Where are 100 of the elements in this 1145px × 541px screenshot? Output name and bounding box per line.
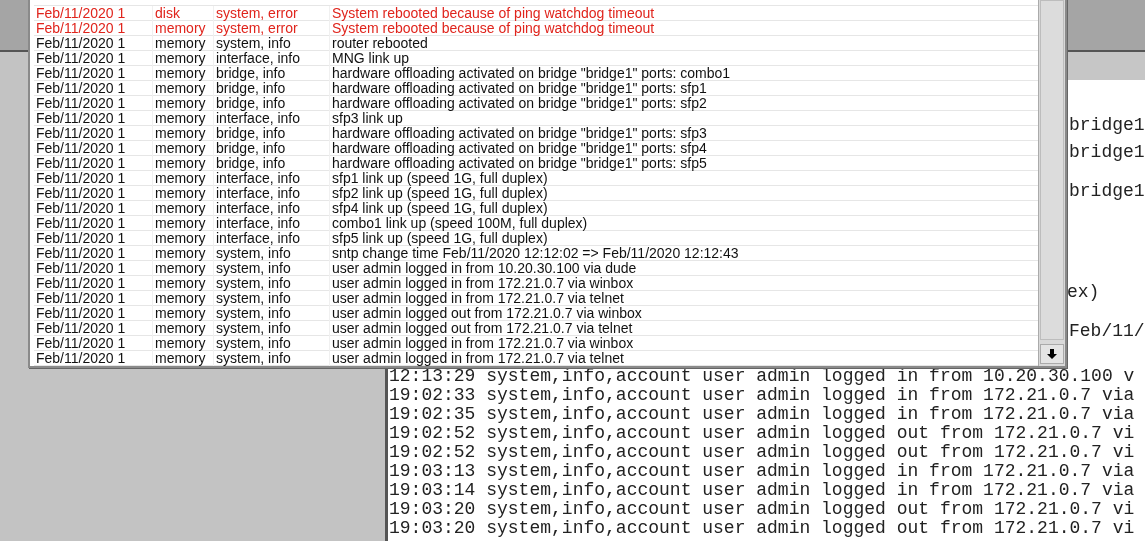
log-buffer-cell: memory [153,351,214,366]
log-message-cell-text: user admin logged in from 172.21.0.7 via telnet [331,291,625,306]
log-time-cell: Feb/11/2020 1 [34,21,153,36]
log-time-cell: Feb/11/2020 1 [34,246,153,261]
log-time-cell: Feb/11/2020 1 [34,291,153,306]
terminal-line: 19:03:20 system,info,account user admin logged out from 172.21.0.7 vi [389,500,1136,519]
log-topics-cell: system, info [214,246,330,261]
log-buffer-cell: memory [153,51,214,66]
log-topics-cell: interface, info [214,201,330,216]
log-message-cell-text: sfp1 link up (speed 1G, full duplex) [331,171,548,186]
log-time-cell: Feb/11/2020 1 [34,321,153,336]
log-message-cell-text: hardware offloading activated on bridge "bridge1" ports: sfp5 [331,156,708,171]
log-topics-cell: interface, info [214,111,330,126]
log-topics-cell: system, info [214,321,330,336]
log-time-cell: Feb/11/2020 1 [34,336,153,351]
log-time-cell: Feb/11/2020 1 [34,141,153,156]
log-buffer-cell: memory [153,36,214,51]
log-buffer-cell: memory [153,21,214,36]
log-buffer-cell: memory [153,201,214,216]
down-arrow-icon [1047,349,1057,359]
log-time-cell: Feb/11/2020 1 [34,231,153,246]
log-topics-cell: bridge, info [214,126,330,141]
log-topics-cell: system, info [214,351,330,366]
log-time-cell: Feb/11/2020 1 [34,351,153,366]
log-message-cell-text: user admin logged out from 172.21.0.7 via winbox [331,306,643,321]
log-message-cell-text: sntp change time Feb/11/2020 12:12:02 => Feb/11/2020 12:12:43 [331,246,740,261]
log-buffer-cell: memory [153,156,214,171]
log-topics-cell: system, info [214,261,330,276]
terminal-line: 19:03:20 system,info,account user admin logged out from 172.21.0.7 vi [389,519,1136,538]
log-buffer-cell: memory [153,306,214,321]
log-message-cell-text: combo1 link up (speed 100M, full duplex) [331,216,589,231]
log-message-cell-text: user admin logged in from 10.20.30.100 via dude [331,261,638,276]
log-time-cell: Feb/11/2020 1 [34,96,153,111]
scrollbar[interactable] [1038,0,1065,366]
log-buffer-cell: memory [153,186,214,201]
log-message-cell-text: System rebooted because of ping watchdog timeout [331,21,656,36]
log-topics-cell: system, info [214,276,330,291]
log-topics-cell: system, info [214,36,330,51]
terminal-line: bridge1 [1069,115,1145,135]
log-buffer-cell: memory [153,96,214,111]
log-message-cell-text: hardware offloading activated on bridge "bridge1" ports: sfp3 [331,126,708,141]
log-message-cell-text: sfp3 link up [331,111,403,126]
terminal-line: Feb/11/ [1069,321,1145,341]
log-time-cell: Feb/11/2020 1 [34,126,153,141]
log-topics-cell: system, info [214,306,330,321]
log-buffer-cell: memory [153,171,214,186]
log-topics-cell: system, error [214,21,330,36]
log-buffer-cell: disk [153,6,214,21]
log-topics-cell: interface, info [214,186,330,201]
log-buffer-cell: memory [153,246,214,261]
log-time-cell: Feb/11/2020 1 [34,156,153,171]
terminal-line: bridge1 [1069,181,1145,201]
log-topics-cell: bridge, info [214,141,330,156]
log-topics-cell: system, info [214,336,330,351]
log-topics-cell: bridge, info [214,156,330,171]
log-topics-cell: bridge, info [214,96,330,111]
scrollbar-thumb[interactable] [1040,0,1064,340]
log-message-cell-text: sfp4 link up (speed 1G, full duplex) [331,201,549,216]
log-topics-cell: interface, info [214,51,330,66]
terminal-line: 19:03:14 system,info,account user admin logged in from 172.21.0.7 via [389,481,1136,500]
scroll-down-button[interactable] [1040,344,1064,364]
terminal-line: 19:02:35 system,info,account user admin logged in from 172.21.0.7 via [389,405,1136,424]
log-message-cell-text: user admin logged out from 172.21.0.7 via telnet [331,321,634,336]
log-topics-cell: interface, info [214,216,330,231]
log-message-cell-text: sfp2 link up (speed 1G, full duplex) [331,186,549,201]
log-topics-cell: system, info [214,291,330,306]
log-time-cell: Feb/11/2020 1 [34,36,153,51]
log-message-cell-text: user admin logged in from 172.21.0.7 via winbox [331,336,635,351]
log-time-cell: Feb/11/2020 1 [34,306,153,321]
log-buffer-cell: memory [153,321,214,336]
log-message-cell-text: user admin logged in from 172.21.0.7 via telnet [331,351,625,366]
log-time-cell: Feb/11/2020 1 [34,171,153,186]
log-time-cell: Feb/11/2020 1 [34,216,153,231]
log-topics-cell: interface, info [214,231,330,246]
log-buffer-cell: memory [153,66,214,81]
log-time-cell: Feb/11/2020 1 [34,261,153,276]
log-buffer-cell: memory [153,261,214,276]
log-message-cell-text: router rebooted [331,36,429,51]
log-buffer-cell: memory [153,126,214,141]
log-message-cell-text: hardware offloading activated on bridge "bridge1" ports: sfp1 [331,81,708,96]
log-message-cell-text: hardware offloading activated on bridge "bridge1" ports: sfp4 [331,141,708,156]
log-buffer-cell: memory [153,81,214,96]
log-time-cell: Feb/11/2020 1 [34,276,153,291]
log-buffer-cell: memory [153,216,214,231]
log-topics-cell: bridge, info [214,66,330,81]
terminal-line: bridge1 [1069,142,1145,162]
log-buffer-cell: memory [153,141,214,156]
log-time-cell: Feb/11/2020 1 [34,81,153,96]
log-buffer-cell: memory [153,111,214,126]
log-topics-cell: system, error [214,6,330,21]
log-buffer-cell: memory [153,291,214,306]
log-message-cell-text: hardware offloading activated on bridge "bridge1" ports: sfp2 [331,96,708,111]
terminal-line: 19:02:52 system,info,account user admin logged out from 172.21.0.7 vi [389,424,1136,443]
log-time-cell: Feb/11/2020 1 [34,111,153,126]
log-buffer-cell: memory [153,231,214,246]
log-message-cell-text: System rebooted because of ping watchdog timeout [331,6,656,21]
terminal-line: 19:03:13 system,info,account user admin logged in from 172.21.0.7 via [389,462,1136,481]
log-time-cell: Feb/11/2020 1 [34,6,153,21]
log-topics-cell: bridge, info [214,81,330,96]
log-message-cell-text: user admin logged in from 172.21.0.7 via winbox [331,276,635,291]
